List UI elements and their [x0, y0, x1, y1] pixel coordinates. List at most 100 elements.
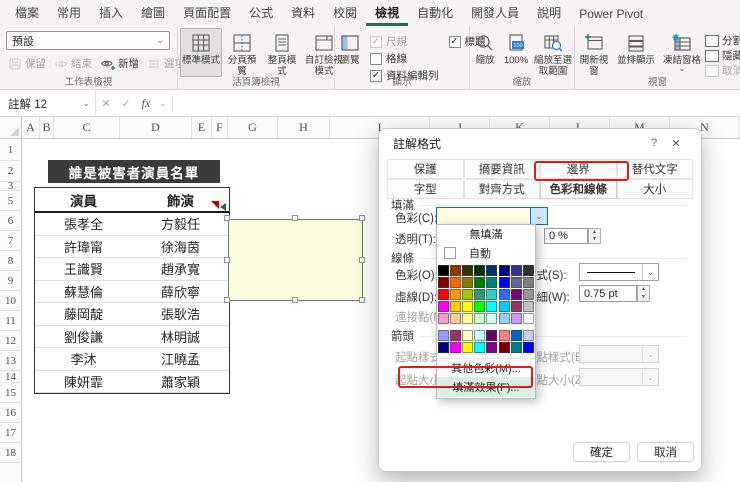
normal-view-button[interactable]: 標準模式: [180, 28, 222, 77]
color-swatch[interactable]: [486, 288, 498, 300]
row-header[interactable]: 10: [0, 291, 21, 311]
color-swatch[interactable]: [462, 342, 474, 354]
tab-review[interactable]: 校閱: [324, 0, 366, 26]
tab-home[interactable]: 常用: [48, 0, 90, 26]
tab-properties[interactable]: 摘要資訊: [463, 159, 540, 179]
resize-handle[interactable]: [359, 297, 365, 303]
color-swatch[interactable]: [486, 330, 498, 342]
row-header[interactable]: 1: [0, 139, 21, 161]
color-swatch[interactable]: [522, 342, 534, 354]
resize-handle[interactable]: [359, 257, 365, 263]
color-swatch[interactable]: [522, 276, 534, 288]
color-swatch[interactable]: [438, 342, 450, 354]
ok-button[interactable]: 確定: [573, 442, 630, 462]
split-button[interactable]: 分割: [705, 33, 740, 48]
color-swatch[interactable]: [522, 330, 534, 342]
end-style-dropdown[interactable]: ⌄: [579, 345, 659, 363]
actor-cell[interactable]: 藤岡靛: [35, 303, 132, 325]
tab-insert[interactable]: 插入: [90, 0, 132, 26]
column-header[interactable]: E: [192, 117, 212, 138]
color-swatch[interactable]: [510, 342, 522, 354]
new-window-button[interactable]: 開新視窗: [575, 28, 613, 77]
insert-function-button[interactable]: fx: [136, 91, 156, 116]
color-swatch[interactable]: [486, 276, 498, 288]
transparency-spinner[interactable]: ▲ ▼: [588, 228, 601, 244]
row-header[interactable]: 11: [0, 311, 21, 331]
freeze-panes-button[interactable]: 凍結窗格 ⌄: [659, 28, 705, 77]
automatic-option[interactable]: 自動: [437, 243, 535, 263]
tab-data[interactable]: 資料: [282, 0, 324, 26]
zoom-to-selection-button[interactable]: 縮放至選取範圍: [532, 28, 574, 77]
color-swatch[interactable]: [498, 264, 510, 276]
row-header[interactable]: 17: [0, 423, 21, 443]
cancel-button[interactable]: ✕: [96, 91, 116, 116]
color-swatch[interactable]: [474, 276, 486, 288]
actor-column-header[interactable]: 演員: [35, 188, 132, 211]
color-swatch[interactable]: [498, 312, 510, 324]
zoom-button[interactable]: 縮放: [470, 28, 500, 77]
name-box[interactable]: 註解 12 ⌄: [0, 91, 96, 116]
cancel-button[interactable]: 取消: [637, 442, 694, 462]
color-swatch[interactable]: [486, 342, 498, 354]
tab-developer[interactable]: 開發人員: [462, 0, 528, 26]
color-swatch[interactable]: [438, 276, 450, 288]
color-swatch[interactable]: [450, 312, 462, 324]
actor-cell[interactable]: 許瑋甯: [35, 236, 132, 258]
exit-view-button[interactable]: 結束: [50, 55, 96, 72]
color-swatch[interactable]: [498, 342, 510, 354]
color-swatch[interactable]: [462, 288, 474, 300]
resize-handle[interactable]: [292, 297, 298, 303]
column-header[interactable]: H: [278, 117, 330, 138]
column-header[interactable]: A: [22, 117, 40, 138]
color-swatch[interactable]: [462, 300, 474, 312]
role-cell[interactable]: 張耿浩: [132, 303, 229, 325]
role-cell[interactable]: 方毅任: [132, 213, 229, 235]
row-header[interactable]: 5: [0, 191, 21, 211]
resize-handle[interactable]: [224, 257, 230, 263]
color-swatch[interactable]: [462, 312, 474, 324]
weight-spinner[interactable]: ▲ ▼: [637, 285, 650, 302]
color-swatch[interactable]: [450, 300, 462, 312]
color-swatch[interactable]: [486, 312, 498, 324]
tab-font[interactable]: 字型: [387, 179, 464, 199]
color-swatch[interactable]: [462, 264, 474, 276]
column-header[interactable]: F: [212, 117, 228, 138]
sheet-view-preset-combo[interactable]: 預設 ⌄: [6, 31, 170, 50]
actor-cell[interactable]: 劉俊謙: [35, 326, 132, 348]
row-header[interactable]: 12: [0, 331, 21, 351]
color-swatch[interactable]: [450, 342, 462, 354]
column-header[interactable]: B: [40, 117, 54, 138]
row-header[interactable]: 14: [0, 371, 21, 383]
role-cell[interactable]: 徐海茵: [132, 236, 229, 258]
color-swatch[interactable]: [438, 330, 450, 342]
tab-view[interactable]: 檢視: [366, 0, 409, 26]
color-swatch[interactable]: [450, 276, 462, 288]
color-swatch[interactable]: [474, 342, 486, 354]
actor-cell[interactable]: 王識賢: [35, 258, 132, 280]
row-header[interactable]: 9: [0, 271, 21, 291]
row-header[interactable]: 15: [0, 383, 21, 403]
row-header[interactable]: 6: [0, 211, 21, 231]
fill-color-combo[interactable]: ⌄: [436, 207, 548, 225]
tab-file[interactable]: 檔案: [6, 0, 48, 26]
color-swatch[interactable]: [522, 288, 534, 300]
column-header[interactable]: D: [120, 117, 192, 138]
color-swatch[interactable]: [510, 330, 522, 342]
color-swatch[interactable]: [450, 288, 462, 300]
color-swatch[interactable]: [474, 300, 486, 312]
tab-protection[interactable]: 保護: [387, 159, 464, 179]
role-cell[interactable]: 蕭家穎: [132, 371, 229, 393]
select-all-corner[interactable]: [0, 117, 22, 139]
color-swatch[interactable]: [438, 264, 450, 276]
chevron-down-icon[interactable]: ⌄: [530, 208, 547, 224]
new-sheet-view-button[interactable]: 新增: [96, 55, 143, 72]
color-swatch[interactable]: [450, 330, 462, 342]
color-swatch[interactable]: [498, 288, 510, 300]
color-swatch[interactable]: [510, 312, 522, 324]
color-swatch[interactable]: [510, 300, 522, 312]
actor-cell[interactable]: 張孝全: [35, 213, 132, 235]
color-swatch[interactable]: [462, 276, 474, 288]
enter-button[interactable]: ✓: [116, 91, 136, 116]
color-swatch[interactable]: [486, 264, 498, 276]
arrange-all-button[interactable]: 並排顯示: [613, 28, 659, 77]
